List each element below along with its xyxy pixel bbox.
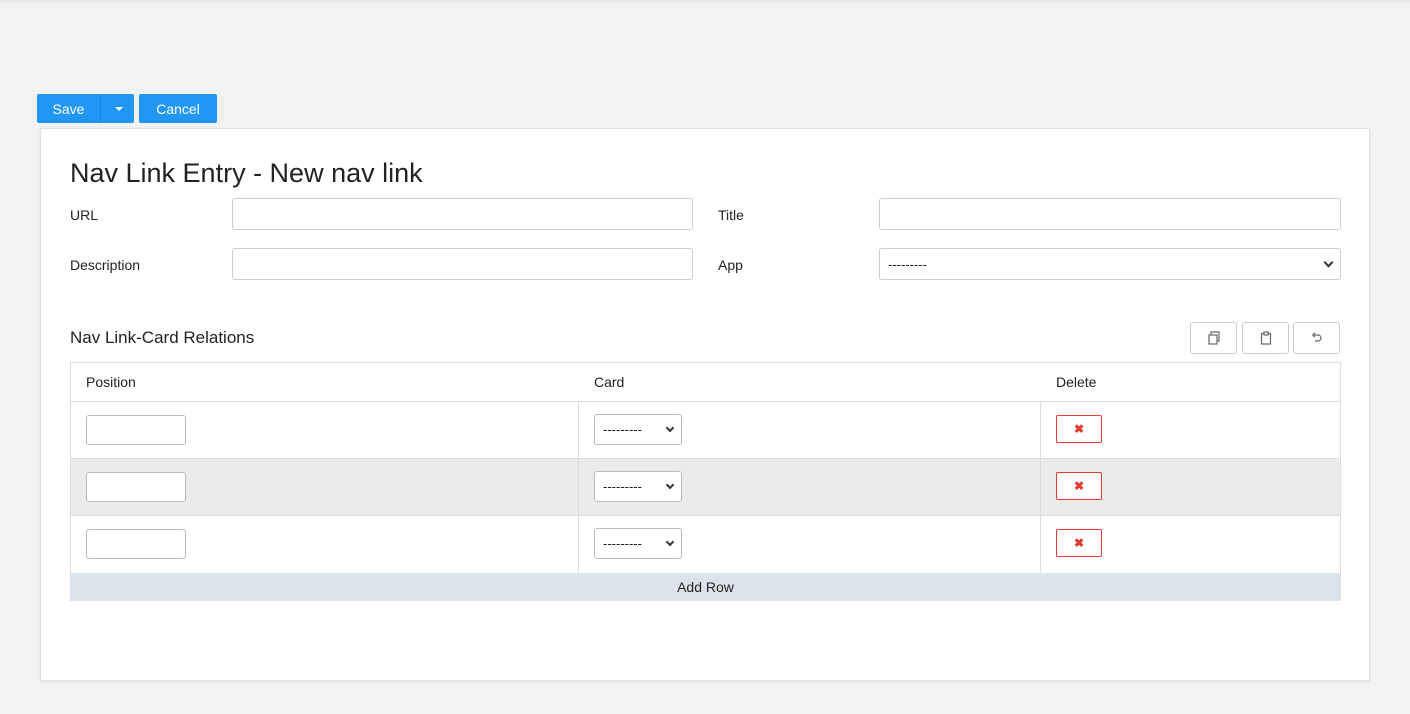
chevron-down-icon: [665, 537, 675, 546]
save-button[interactable]: Save: [37, 94, 100, 123]
save-button-group: Save: [37, 94, 134, 123]
app-label: App: [718, 257, 743, 273]
card-select[interactable]: ---------: [594, 414, 682, 445]
column-header-delete: Delete: [1056, 374, 1097, 390]
app-select-value: ---------: [888, 256, 927, 272]
copy-rows-button[interactable]: [1190, 322, 1237, 354]
delete-row-button[interactable]: ✖: [1056, 529, 1102, 557]
undo-icon: [1311, 332, 1322, 342]
url-input[interactable]: [232, 198, 693, 230]
paste-rows-button[interactable]: [1242, 322, 1289, 354]
chevron-down-icon: [665, 480, 675, 489]
relations-section-title: Nav Link-Card Relations: [70, 328, 255, 347]
card-cell: ---------: [579, 459, 1041, 515]
close-icon: ✖: [1073, 479, 1085, 493]
column-header-card: Card: [594, 374, 625, 390]
undo-button[interactable]: [1293, 322, 1340, 354]
action-toolbar: Save Cancel: [37, 94, 217, 123]
card-cell: ---------: [579, 516, 1041, 573]
table-header: Position Card Delete: [71, 363, 1340, 402]
description-label: Description: [70, 257, 141, 273]
caret-down-icon: [115, 107, 123, 111]
position-input[interactable]: [86, 415, 186, 445]
delete-cell: ✖: [1041, 402, 1340, 458]
position-cell: [71, 402, 579, 458]
delete-row-button[interactable]: ✖: [1056, 472, 1102, 500]
position-cell: [71, 516, 579, 573]
delete-cell: ✖: [1041, 516, 1340, 573]
chevron-down-icon: [665, 423, 675, 432]
close-icon: ✖: [1073, 422, 1085, 436]
table-row: --------- ✖: [71, 402, 1340, 459]
card-select[interactable]: ---------: [594, 471, 682, 502]
url-label: URL: [70, 207, 99, 223]
clipboard-icon: [1260, 331, 1271, 345]
position-input[interactable]: [86, 529, 186, 559]
delete-cell: ✖: [1041, 459, 1340, 515]
card-select-value: ---------: [603, 422, 642, 437]
close-icon: ✖: [1073, 536, 1085, 550]
chevron-down-icon: [1323, 257, 1334, 267]
column-header-position: Position: [86, 374, 136, 390]
title-input[interactable]: [879, 198, 1341, 230]
relations-table: Position Card Delete --------- ✖ -------…: [70, 362, 1341, 574]
cancel-button[interactable]: Cancel: [139, 94, 217, 123]
position-cell: [71, 459, 579, 515]
table-row: --------- ✖: [71, 516, 1340, 573]
page-title: Nav Link Entry - New nav link: [70, 158, 423, 188]
card-select-value: ---------: [603, 479, 642, 494]
title-label: Title: [718, 207, 744, 223]
delete-row-button[interactable]: ✖: [1056, 415, 1102, 443]
card-select-value: ---------: [603, 536, 642, 551]
position-input[interactable]: [86, 472, 186, 502]
app-select[interactable]: ---------: [879, 248, 1341, 280]
card-cell: ---------: [579, 402, 1041, 458]
form-panel: Nav Link Entry - New nav link URL Title …: [40, 128, 1370, 681]
description-input[interactable]: [232, 248, 693, 280]
add-row-button[interactable]: Add Row: [70, 573, 1341, 601]
card-select[interactable]: ---------: [594, 528, 682, 559]
table-row: --------- ✖: [71, 459, 1340, 516]
copy-icon: [1207, 331, 1220, 345]
save-options-dropdown-button[interactable]: [100, 94, 134, 123]
top-bar-shadow: [0, 0, 1410, 4]
